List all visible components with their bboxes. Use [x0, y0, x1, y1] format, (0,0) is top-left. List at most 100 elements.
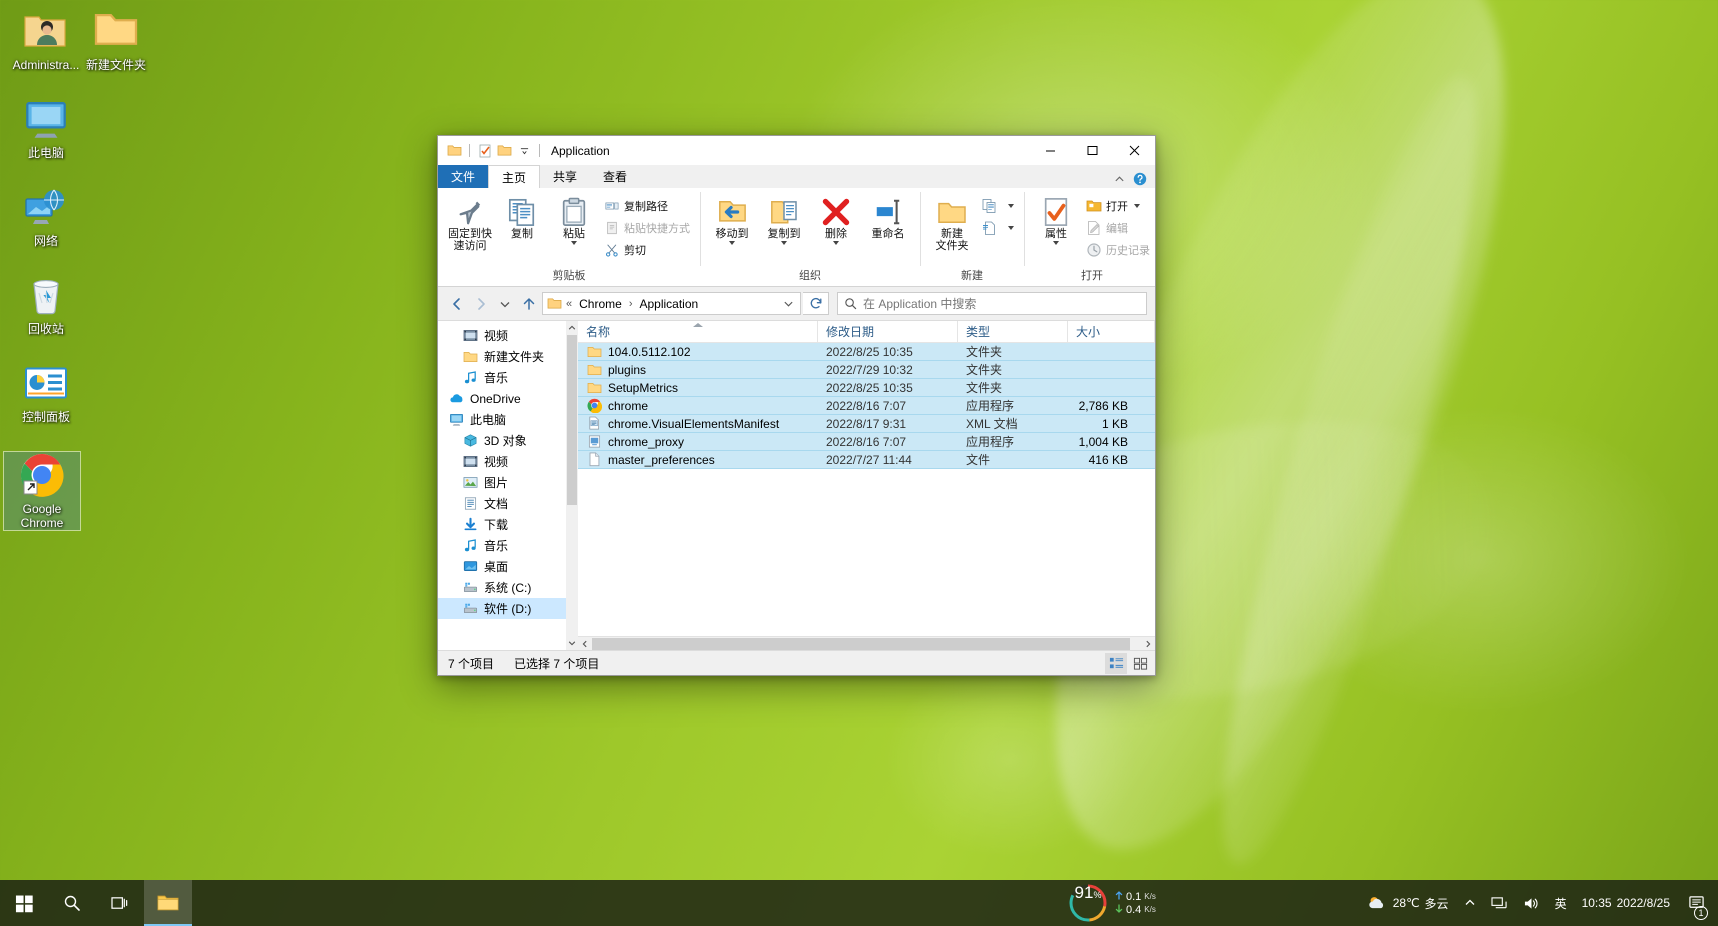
task-view-icon[interactable]	[96, 880, 144, 926]
desktop-icon-2[interactable]: 此电脑	[8, 96, 84, 160]
nav-item-3[interactable]: OneDrive	[438, 388, 578, 409]
file-row[interactable]: chrome.VisualElementsManifest 2022/8/17 9…	[578, 414, 1155, 433]
nav-item-6[interactable]: 视频	[438, 451, 578, 472]
address-dropdown-icon[interactable]	[778, 293, 798, 314]
desktop-icon-6[interactable]: Google Chrome	[3, 451, 81, 531]
ribbon-button-3-0[interactable]: 属性	[1030, 191, 1082, 245]
chevron-down-icon[interactable]	[571, 241, 577, 245]
collapse-ribbon-chevron-up-icon[interactable]	[1114, 174, 1125, 185]
file-row[interactable]: SetupMetrics 2022/8/25 10:35 文件夹	[578, 378, 1155, 397]
windows-start-icon[interactable]	[0, 880, 48, 926]
nav-item-9[interactable]: 下载	[438, 514, 578, 535]
desktop-icon-5[interactable]: 控制面板	[8, 360, 84, 424]
search-input[interactable]: 在 Application 中搜索	[837, 292, 1147, 315]
column-header-type[interactable]: 类型	[958, 321, 1068, 342]
ribbon-button-2-0[interactable]: 新建 文件夹	[926, 191, 978, 252]
back-arrow-icon[interactable]	[446, 293, 468, 315]
taskbar-search-icon[interactable]	[48, 880, 96, 926]
column-header-date[interactable]: 修改日期	[818, 321, 958, 342]
ribbon-tab-1[interactable]: 主页	[488, 165, 541, 188]
weather-widget[interactable]: 28℃ 多云	[1363, 883, 1452, 923]
desktop-icon-4[interactable]: 回收站	[8, 272, 84, 336]
column-header-name[interactable]: 名称	[578, 321, 818, 342]
ribbon-small-button-2-0[interactable]	[978, 195, 1018, 217]
nav-item-0[interactable]: 视频	[438, 325, 578, 346]
nav-item-13[interactable]: 软件 (D:)	[438, 598, 578, 619]
nav-item-11[interactable]: 桌面	[438, 556, 578, 577]
ribbon-small-button-3-2[interactable]: 历史记录	[1082, 239, 1154, 261]
ribbon-small-button-3-0[interactable]: 打开	[1082, 195, 1154, 217]
details-view-icon[interactable]	[1105, 652, 1127, 674]
ribbon-small-button-3-1[interactable]: 编辑	[1082, 217, 1154, 239]
chevron-down-icon[interactable]	[1008, 204, 1014, 208]
chevron-down-icon[interactable]	[1134, 204, 1140, 208]
nav-item-2[interactable]: 音乐	[438, 367, 578, 388]
column-header-size[interactable]: 大小	[1068, 321, 1155, 342]
breadcrumb-chrome[interactable]: Chrome	[576, 296, 625, 312]
ribbon-tab-3[interactable]: 查看	[590, 165, 640, 188]
forward-arrow-icon[interactable]	[470, 293, 492, 315]
up-arrow-icon[interactable]	[518, 293, 540, 315]
file-row[interactable]: 104.0.5112.102 2022/8/25 10:35 文件夹	[578, 343, 1155, 361]
speaker-icon[interactable]	[1520, 883, 1543, 923]
ribbon-tab-0[interactable]: 文件	[438, 165, 489, 188]
hscroll-thumb[interactable]	[592, 637, 1131, 650]
ribbon-button-1-2[interactable]: 删除	[810, 191, 862, 245]
help-icon[interactable]	[1133, 172, 1147, 186]
ribbon-button-0-2[interactable]: 粘贴	[548, 191, 600, 245]
chevron-right-icon[interactable]	[1141, 637, 1155, 651]
nav-item-1[interactable]: 新建文件夹	[438, 346, 578, 367]
ribbon-button-1-0[interactable]: 移动到	[706, 191, 758, 245]
file-row[interactable]: chrome_proxy 2022/8/16 7:07 应用程序 1,004 KB	[578, 432, 1155, 451]
navpane-scroll-thumb[interactable]	[567, 335, 577, 505]
taskbar-file-explorer-icon[interactable]	[144, 880, 192, 926]
desktop-icon-3[interactable]: 网络	[8, 184, 84, 248]
ime-indicator[interactable]: 英	[1552, 883, 1570, 923]
file-row[interactable]: plugins 2022/7/29 10:32 文件夹	[578, 360, 1155, 379]
ribbon-button-0-1[interactable]: 复制	[496, 191, 548, 240]
chevron-down-icon[interactable]	[568, 636, 576, 650]
chevron-left-icon[interactable]	[578, 637, 592, 651]
chevron-down-icon[interactable]	[729, 241, 735, 245]
nav-item-7[interactable]: 图片	[438, 472, 578, 493]
address-path-box[interactable]: « Chrome › Application	[542, 292, 801, 315]
navpane-scrollbar[interactable]	[566, 321, 578, 650]
ribbon-small-button-0-1[interactable]: 粘贴快捷方式	[600, 217, 694, 239]
network-tray-icon[interactable]	[1488, 883, 1511, 923]
chevron-down-icon[interactable]	[781, 241, 787, 245]
nav-item-12[interactable]: 系统 (C:)	[438, 577, 578, 598]
nav-item-4[interactable]: 此电脑	[438, 409, 578, 430]
breadcrumb-overflow[interactable]: «	[566, 298, 572, 310]
folder-icon[interactable]	[446, 142, 463, 159]
breadcrumb-application[interactable]: Application	[636, 296, 701, 312]
ribbon-small-button-2-1[interactable]	[978, 217, 1018, 239]
tray-overflow-chevron-up-icon[interactable]	[1461, 883, 1479, 923]
minimize-icon[interactable]	[1029, 136, 1071, 165]
ribbon-small-button-0-2[interactable]: 剪切	[600, 239, 694, 261]
notification-icon[interactable]: 1	[1682, 880, 1710, 926]
ribbon-small-button-0-0[interactable]: 复制路径	[600, 195, 694, 217]
new-folder-icon[interactable]	[496, 142, 513, 159]
ribbon-button-1-1[interactable]: 复制到	[758, 191, 810, 245]
refresh-icon[interactable]	[803, 292, 829, 315]
nav-item-8[interactable]: 文档	[438, 493, 578, 514]
desktop-icon-0[interactable]: Administra...	[8, 8, 84, 72]
nav-item-10[interactable]: 音乐	[438, 535, 578, 556]
chevron-down-icon[interactable]	[833, 241, 839, 245]
ribbon-tab-2[interactable]: 共享	[540, 165, 590, 188]
file-row[interactable]: chrome 2022/8/16 7:07 应用程序 2,786 KB	[578, 396, 1155, 415]
close-icon[interactable]	[1113, 136, 1155, 165]
properties-icon[interactable]	[476, 142, 493, 159]
desktop-icon-1[interactable]: 新建文件夹	[78, 8, 154, 72]
chevron-up-icon[interactable]	[568, 321, 576, 335]
chevron-down-icon[interactable]	[1053, 241, 1059, 245]
system-monitor-widget[interactable]: 91% 0.1 K/s 0.4 K/s	[1068, 883, 1156, 923]
nav-item-5[interactable]: 3D 对象	[438, 430, 578, 451]
ribbon-button-1-3[interactable]: 重命名	[862, 191, 914, 240]
large-icons-view-icon[interactable]	[1129, 653, 1151, 674]
file-row[interactable]: master_preferences 2022/7/27 11:44 文件 416 K…	[578, 450, 1155, 469]
recent-locations-icon[interactable]	[494, 293, 516, 315]
ribbon-button-0-0[interactable]: 固定到快 速访问	[444, 191, 496, 252]
maximize-icon[interactable]	[1071, 136, 1113, 165]
horizontal-scrollbar[interactable]	[578, 636, 1155, 650]
